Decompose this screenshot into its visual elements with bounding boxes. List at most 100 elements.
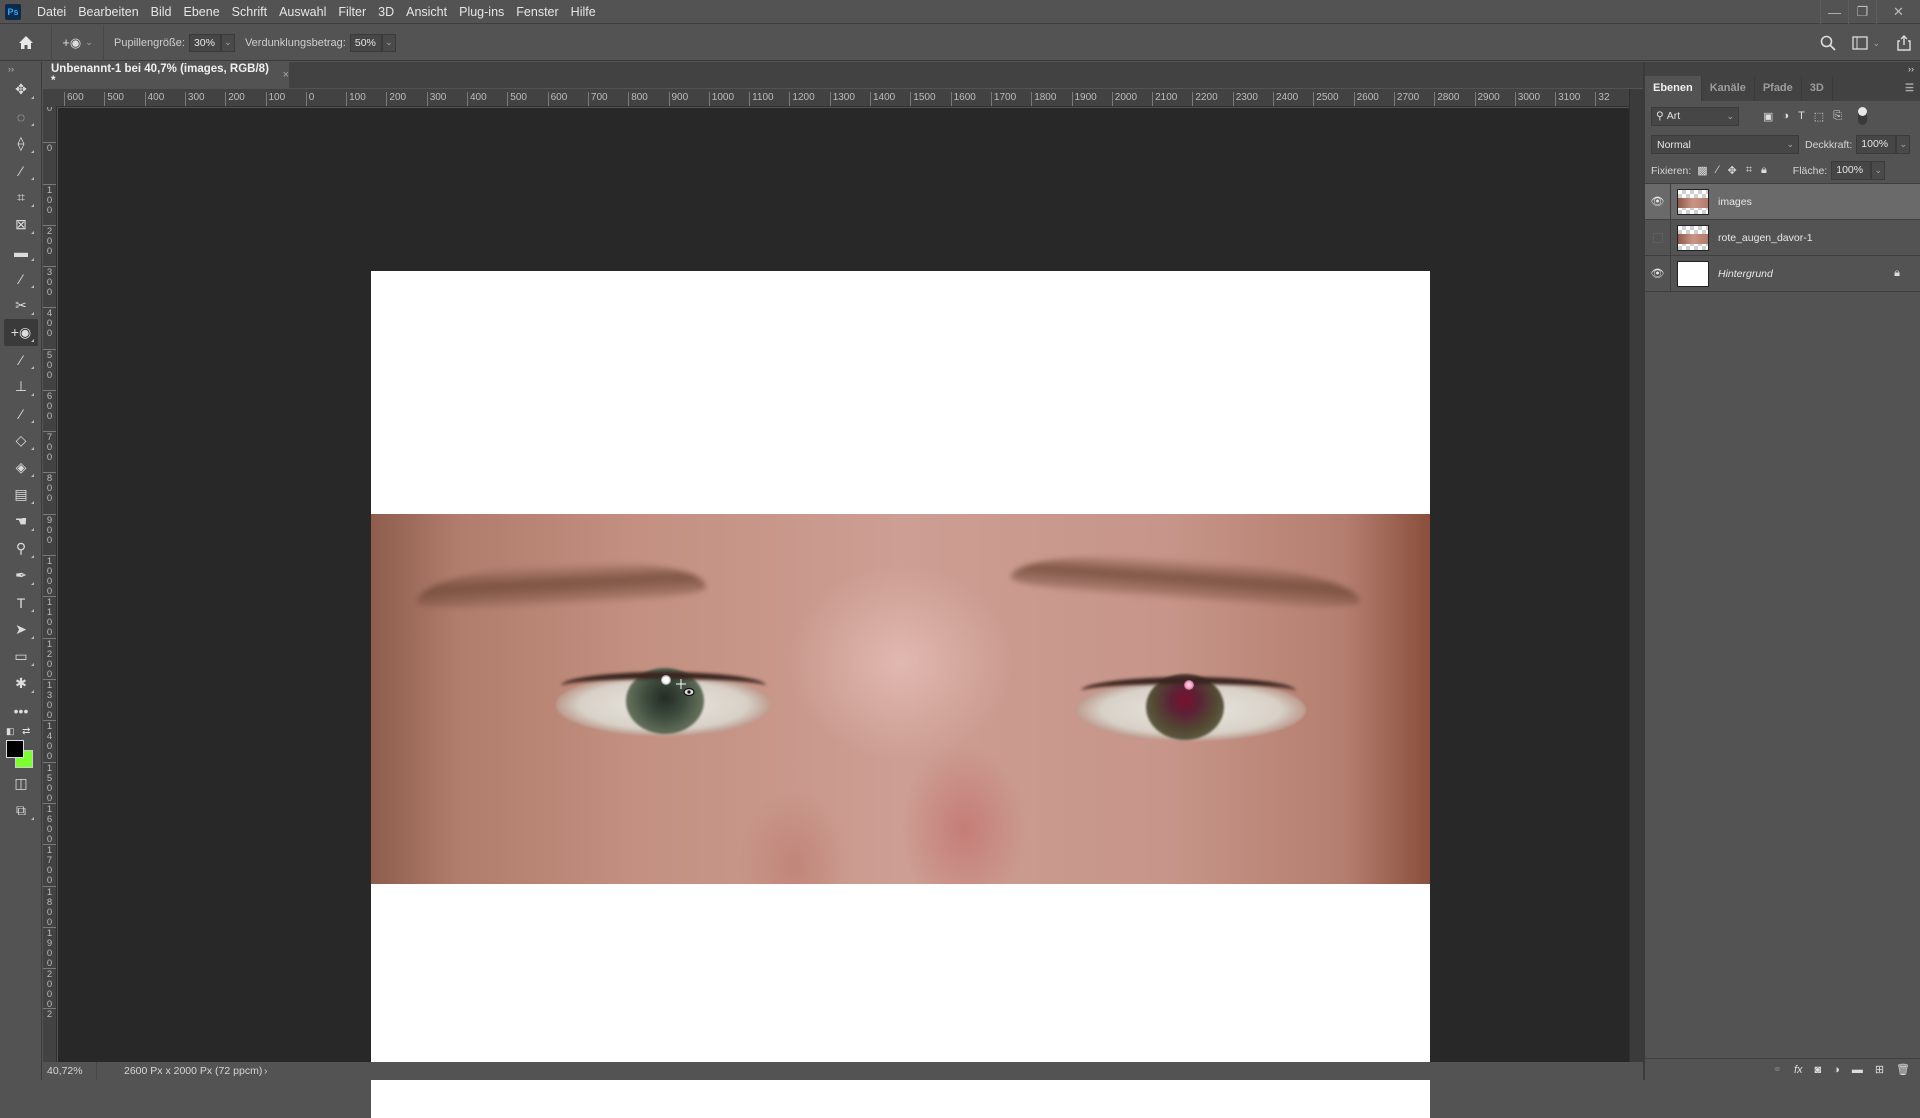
type-tool-button[interactable]: T bbox=[4, 589, 38, 616]
lock-pixels-icon[interactable]: ⁄ bbox=[1717, 164, 1719, 177]
document-tab[interactable]: Unbenannt-1 bei 40,7% (images, RGB/8) * … bbox=[43, 62, 289, 88]
search-icon[interactable] bbox=[1820, 35, 1837, 51]
menu-ansicht[interactable]: Ansicht bbox=[400, 5, 453, 19]
tool-preset-picker[interactable]: +◉ ⌄ bbox=[52, 24, 104, 61]
vertical-ruler[interactable]: 1 0 0 0 1 0 0 2 0 0 3 0 0 4 0 0 5 0 0 6 0 0 7 0 … bbox=[43, 107, 57, 1062]
brush-tool-button[interactable]: ⁄ bbox=[4, 346, 38, 373]
menu-bild[interactable]: Bild bbox=[145, 5, 178, 19]
quick-mask-button[interactable]: ◫ bbox=[4, 770, 38, 797]
vertical-scrollbar[interactable] bbox=[1629, 89, 1643, 1062]
filter-toggle-switch[interactable] bbox=[1858, 107, 1868, 125]
status-menu-arrow[interactable]: › bbox=[264, 1065, 268, 1077]
lock-icon[interactable]: 🔒︎ bbox=[1894, 267, 1900, 280]
menu-hilfe[interactable]: Hilfe bbox=[565, 5, 602, 19]
path-select-tool-button[interactable]: ➤ bbox=[4, 616, 38, 643]
menu-datei[interactable]: Datei bbox=[31, 5, 72, 19]
panel-menu-icon[interactable]: ☰ bbox=[1905, 76, 1920, 101]
home-button[interactable] bbox=[0, 24, 52, 61]
pixel-layer-filter-icon[interactable]: ▣ bbox=[1763, 110, 1773, 123]
ruler-tool-button[interactable]: ▬ bbox=[4, 238, 38, 265]
document-canvas[interactable] bbox=[371, 271, 1430, 1118]
history-brush-tool-button[interactable]: ⁄ bbox=[4, 400, 38, 427]
menu-3d[interactable]: 3D bbox=[372, 5, 400, 19]
close-document-icon[interactable]: × bbox=[283, 69, 289, 81]
paint-bucket-tool-button[interactable]: ◈ bbox=[4, 454, 38, 481]
stamp-tool-button[interactable]: ⊥ bbox=[4, 373, 38, 400]
pen-tool-button[interactable]: ✒ bbox=[4, 562, 38, 589]
zoom-level[interactable]: 40,72% bbox=[43, 1062, 97, 1080]
fill-input[interactable]: 100% bbox=[1831, 161, 1872, 180]
crop-tool-button[interactable]: ⌗ bbox=[4, 184, 38, 211]
close-window-button[interactable]: ✕ bbox=[1876, 0, 1920, 24]
layer-row-images[interactable]: 👁︎ images bbox=[1645, 183, 1920, 220]
visibility-toggle[interactable]: 👁︎ bbox=[1645, 255, 1671, 292]
restore-button[interactable]: ❐ bbox=[1848, 0, 1876, 24]
toolbox-collapse-icon[interactable]: ›› bbox=[0, 62, 41, 76]
workspace-icon[interactable] bbox=[1852, 36, 1869, 50]
link-icon[interactable]: ⚭ bbox=[1773, 1063, 1782, 1076]
darken-amount-input[interactable]: 50% bbox=[349, 33, 382, 52]
tab-ebenen[interactable]: Ebenen bbox=[1645, 76, 1702, 101]
layer-row-hintergrund[interactable]: 👁︎ Hintergrund 🔒︎ bbox=[1645, 255, 1920, 292]
smart-object-filter-icon[interactable]: ⎘ bbox=[1833, 110, 1842, 123]
type-layer-filter-icon[interactable]: T bbox=[1798, 110, 1805, 123]
red-eye-tool-button[interactable]: +◉ bbox=[4, 319, 38, 346]
menu-ebene[interactable]: Ebene bbox=[178, 5, 226, 19]
ruler-origin[interactable] bbox=[43, 89, 57, 107]
foreground-color-swatch[interactable] bbox=[6, 740, 24, 758]
mask-icon[interactable]: ◙ bbox=[1815, 1064, 1822, 1076]
tab-pfade[interactable]: Pfade bbox=[1755, 76, 1802, 101]
swap-colors-icon[interactable]: ⇄ bbox=[22, 726, 30, 737]
magic-wand-tool-button[interactable]: ⁄ bbox=[4, 157, 38, 184]
panel-collapse-icon[interactable]: ›› bbox=[1645, 62, 1920, 76]
minimize-button[interactable]: — bbox=[1820, 0, 1848, 24]
screen-mode-button[interactable]: ⧉ bbox=[4, 797, 38, 824]
shape-layer-filter-icon[interactable]: ⬚ bbox=[1814, 110, 1824, 123]
rectangle-tool-button[interactable]: ▭ bbox=[4, 643, 38, 670]
pupil-size-dropdown[interactable]: ⌄ bbox=[220, 33, 235, 52]
pupil-size-input[interactable]: 30% bbox=[188, 33, 221, 52]
polygon-lasso-tool-button[interactable]: ⟠ bbox=[4, 130, 38, 157]
dodge-tool-button[interactable]: ⚲ bbox=[4, 535, 38, 562]
darken-amount-dropdown[interactable]: ⌄ bbox=[381, 33, 396, 52]
menu-filter[interactable]: Filter bbox=[332, 5, 372, 19]
layer-row-rote-augen[interactable]: rote_augen_davor-1 bbox=[1645, 219, 1920, 256]
menu-plugins[interactable]: Plug-ins bbox=[453, 5, 510, 19]
lock-transparency-icon[interactable]: ▩ bbox=[1697, 164, 1707, 177]
gradient-tool-button[interactable]: ▤ bbox=[4, 481, 38, 508]
opacity-dropdown[interactable]: ⌄ bbox=[1896, 135, 1911, 154]
horizontal-ruler[interactable]: 600 500 400 300 200 100 0 100 200 300 400 500 600 700… bbox=[57, 89, 1629, 107]
folder-icon[interactable]: ▬ bbox=[1852, 1064, 1863, 1076]
lock-position-icon[interactable]: ✥ bbox=[1728, 164, 1737, 177]
eyedropper-tool-button[interactable]: ⁄ bbox=[4, 265, 38, 292]
layer-filter-kind-select[interactable]: ⚲ Art ⌄ bbox=[1651, 106, 1739, 126]
lock-artboard-icon[interactable]: ⌗ bbox=[1746, 164, 1752, 177]
workspace-dropdown-icon[interactable]: ⌄ bbox=[1872, 38, 1880, 49]
move-tool-button[interactable]: ✥ bbox=[4, 76, 38, 103]
frame-tool-button[interactable]: ⊠ bbox=[4, 211, 38, 238]
menu-fenster[interactable]: Fenster bbox=[510, 5, 564, 19]
tab-kanaele[interactable]: Kanäle bbox=[1702, 76, 1755, 101]
visibility-toggle[interactable] bbox=[1645, 219, 1671, 256]
fill-dropdown[interactable]: ⌄ bbox=[1871, 161, 1886, 180]
new-layer-icon[interactable]: ⊞ bbox=[1875, 1063, 1884, 1076]
share-icon[interactable] bbox=[1896, 35, 1912, 51]
healing-tool-button[interactable]: ✂ bbox=[4, 292, 38, 319]
smudge-tool-button[interactable]: ☚ bbox=[4, 508, 38, 535]
default-colors-icon[interactable]: ◧ bbox=[6, 726, 15, 737]
tab-3d[interactable]: 3D bbox=[1802, 76, 1833, 101]
lasso-ellipse-tool-button[interactable]: ◌ bbox=[4, 103, 38, 130]
menu-auswahl[interactable]: Auswahl bbox=[273, 5, 332, 19]
trash-icon[interactable]: 🗑︎ bbox=[1896, 1063, 1910, 1076]
canvas-workspace[interactable] bbox=[58, 108, 1629, 1118]
eraser-tool-button[interactable]: ◇ bbox=[4, 427, 38, 454]
more-tools-button[interactable]: ••• bbox=[4, 697, 38, 724]
opacity-input[interactable]: 100% bbox=[1856, 135, 1897, 154]
visibility-toggle[interactable]: 👁︎ bbox=[1645, 183, 1671, 220]
lock-all-icon[interactable]: 🔒︎ bbox=[1761, 164, 1767, 177]
menu-bearbeiten[interactable]: Bearbeiten bbox=[72, 5, 144, 19]
custom-shape-tool-button[interactable]: ✱ bbox=[4, 670, 38, 697]
blend-mode-select[interactable]: Normal ⌄ bbox=[1651, 135, 1799, 154]
menu-schrift[interactable]: Schrift bbox=[226, 5, 273, 19]
adjustment-icon[interactable]: ◑ bbox=[1833, 1064, 1840, 1076]
